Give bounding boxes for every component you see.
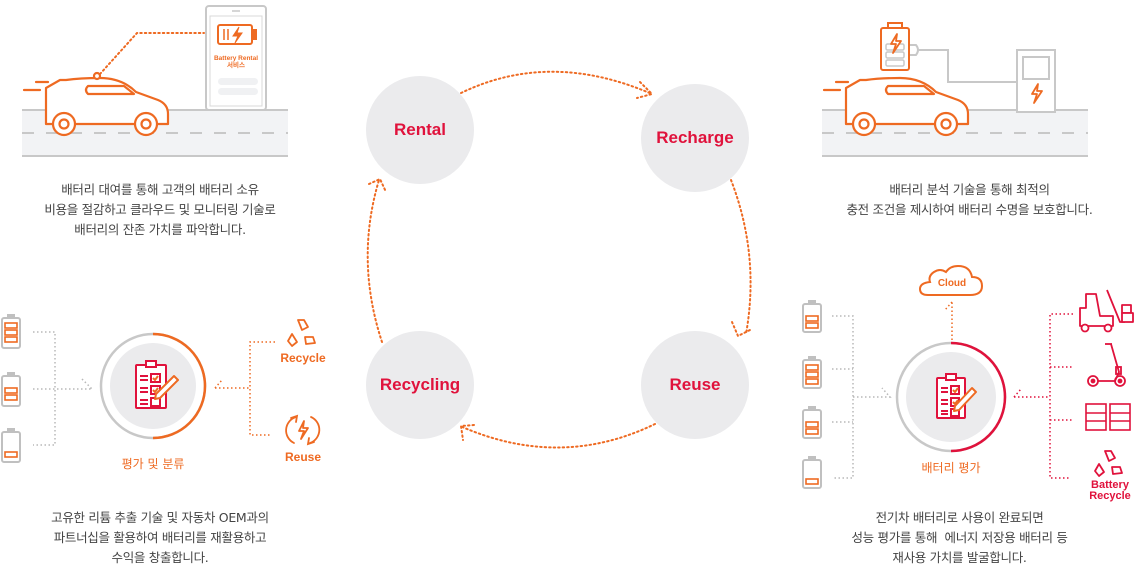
battery-recycle-label: Battery Recycle (1085, 480, 1135, 502)
arrow-rental-to-recharge (460, 70, 653, 95)
battery-icon-2 (802, 356, 822, 389)
rental-desc-line3: 배터리의 잔존 가치를 파악합니다. (74, 222, 246, 237)
cycle-label-reuse: Reuse (669, 375, 721, 394)
phone-label-line1: Battery Rental (213, 55, 259, 62)
battery-icon-high (1, 314, 21, 349)
rental-illustration (22, 5, 288, 157)
recharge-desc-line1: 배터리 분석 기술을 통해 최적의 (889, 182, 1050, 197)
arrow-reuse-to-recycling (459, 423, 656, 449)
battery-icon-1 (802, 300, 822, 333)
rental-description: 배터리 대여를 통해 고객의 배터리 소유 비용을 절감하고 클라우드 및 모니… (0, 180, 320, 240)
battery-icon-3 (802, 406, 822, 439)
recycling-desc-line3: 수익을 창출합니다. (111, 550, 209, 565)
forklift-icon (1079, 289, 1134, 333)
cycle-node-recycling: Recycling (366, 331, 474, 439)
arrow-recycling-to-rental (366, 179, 383, 343)
recharge-description: 배터리 분석 기술을 통해 최적의 충전 조건을 제시하여 배터리 수명을 보호… (800, 180, 1139, 220)
phone-label-line2: 서비스 (227, 62, 245, 69)
reuse-desc-line3: 재사용 가치를 발굴합니다. (892, 550, 1027, 565)
cycle-node-recharge: Recharge (641, 84, 749, 192)
car-to-phone-link (99, 32, 205, 75)
arrowhead-recharge-to-reuse (731, 321, 751, 338)
arrow-recharge-to-reuse (730, 179, 752, 335)
reuse-center-label: 배터리 평가 (921, 461, 981, 475)
reuse-desc-line1: 전기차 배터리로 사용이 완료되면 (875, 510, 1044, 525)
recycling-description: 고유한 리튬 추출 기술 및 자동차 OEM과의 파트너십을 활용하여 배터리를… (0, 508, 320, 568)
recycle-icon (287, 319, 316, 347)
battery-icon-low (1, 428, 21, 463)
reuse-desc-line2: 성능 평가를 통해 에너지 저장용 배터리 등 (851, 530, 1068, 545)
charging-station-icon (1016, 49, 1056, 113)
cloud-label: Cloud (937, 278, 967, 289)
recycle-output-label: Recycle (280, 351, 326, 365)
cycle-node-rental: Rental (366, 76, 474, 184)
battery-icon-mid (1, 372, 21, 407)
cycle-label-rental: Rental (394, 120, 446, 139)
battery-recycle-icon (1094, 450, 1123, 477)
recycling-desc-line2: 파트너십을 활용하여 배터리를 재활용하고 (53, 530, 267, 545)
clipboard-check-icon (135, 360, 167, 409)
phone-label-battery-rental: Battery Rental 서비스 (210, 55, 262, 69)
rental-desc-line2: 비용을 절감하고 클라우드 및 모니터링 기술로 (44, 202, 276, 217)
recycling-desc-line1: 고유한 리튬 추출 기술 및 자동차 OEM과의 (51, 510, 269, 525)
cycle-node-reuse: Reuse (641, 331, 749, 439)
cycle-label-recharge: Recharge (656, 128, 734, 147)
recharge-illustration (822, 22, 1088, 157)
reuse-output-label: Reuse (284, 450, 322, 464)
reuse-description: 전기차 배터리로 사용이 완료되면 성능 평가를 통해 에너지 저장용 배터리 … (780, 508, 1139, 568)
scooter-icon (1087, 343, 1126, 387)
charging-cable (916, 49, 1018, 83)
clipboard-check-icon (936, 373, 966, 419)
cycle-label-recycling: Recycling (379, 375, 461, 394)
recharge-desc-line2: 충전 조건을 제시하여 배터리 수명을 보호합니다. (846, 202, 1093, 217)
battery-icon-4 (802, 456, 822, 489)
reuse-icon (285, 414, 321, 446)
battery-charging-icon (880, 22, 910, 71)
recycling-center-label: 평가 및 분류 (121, 457, 185, 471)
battery-recycle-label-line2: Recycle (1089, 490, 1131, 502)
energy-storage-icon (1085, 403, 1131, 431)
rental-desc-line1: 배터리 대여를 통해 고객의 배터리 소유 (61, 182, 259, 197)
